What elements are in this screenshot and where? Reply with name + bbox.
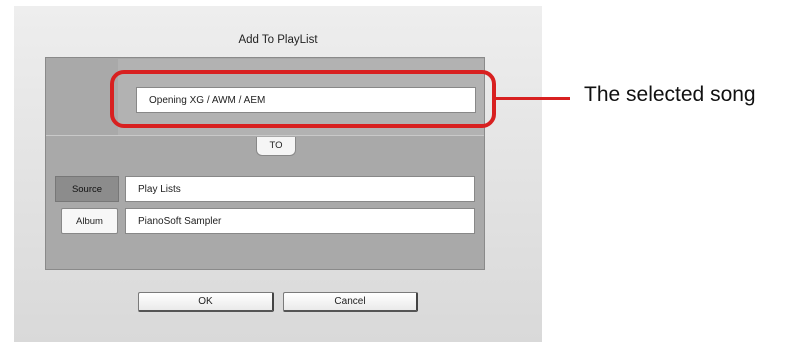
callout-line: [496, 97, 570, 100]
ok-button[interactable]: OK: [138, 292, 274, 312]
add-to-playlist-dialog: Add To PlayList Opening XG / AWM / AEM T…: [14, 6, 542, 342]
cancel-button[interactable]: Cancel: [283, 292, 418, 312]
album-value: PianoSoft Sampler: [138, 215, 222, 227]
selected-song-field[interactable]: Opening XG / AWM / AEM: [136, 87, 476, 113]
selection-panel: Opening XG / AWM / AEM TO Source Play Li…: [45, 57, 485, 270]
source-label[interactable]: Source: [55, 176, 119, 202]
to-tab: TO: [256, 137, 296, 156]
panel-divider: [46, 135, 484, 136]
source-field[interactable]: Play Lists: [125, 176, 475, 202]
album-label[interactable]: Album: [61, 208, 118, 234]
album-field[interactable]: PianoSoft Sampler: [125, 208, 475, 234]
callout-text: The selected song: [584, 83, 756, 106]
selected-song-value: Opening XG / AWM / AEM: [149, 94, 266, 106]
source-value: Play Lists: [138, 183, 181, 195]
dialog-title: Add To PlayList: [238, 34, 318, 46]
